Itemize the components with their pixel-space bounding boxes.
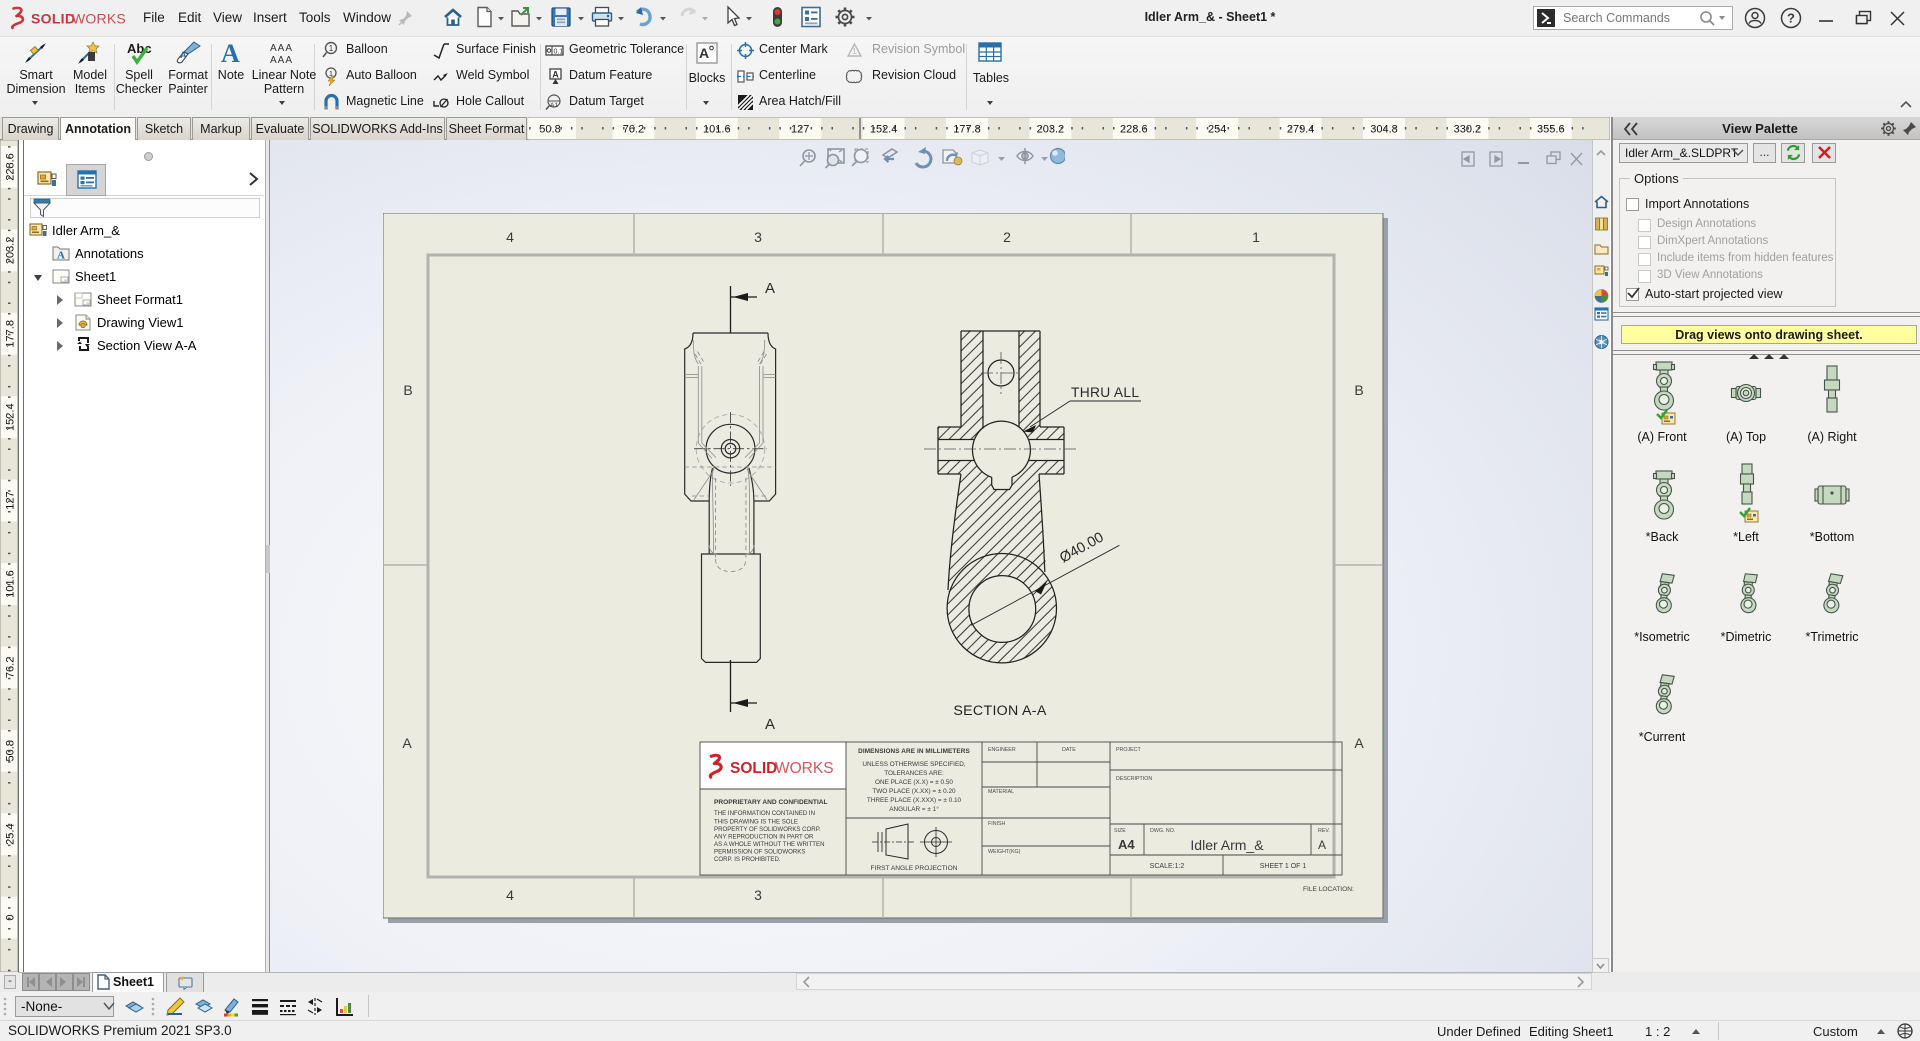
svg-text:(A) Front: (A) Front [1637,430,1687,444]
svg-text:B: B [403,382,412,398]
svg-text:3: 3 [754,887,762,903]
svg-text:WEIGHT(KG): WEIGHT(KG) [988,849,1021,855]
svg-text:*Bottom: *Bottom [1810,530,1854,544]
svg-text:Abc: Abc [127,41,152,56]
svg-text:WORKS: WORKS [775,760,834,777]
svg-text:A: A [402,735,412,751]
svg-text:WORKS: WORKS [72,11,126,27]
svg-text:CORP. IS PROHIBITED.: CORP. IS PROHIBITED. [714,856,781,863]
svg-text:(A) Top: (A) Top [1726,430,1766,444]
svg-text:*Dimetric: *Dimetric [1721,630,1772,644]
svg-text:AAA: AAA [270,55,293,66]
svg-text:A: A [221,40,240,66]
svg-text:4: 4 [506,229,514,245]
svg-text:A: A [57,250,65,262]
svg-text:*Back: *Back [1646,530,1679,544]
svg-text:A: A [765,280,775,297]
svg-text:1: 1 [852,47,857,56]
svg-text:DWG. NO.: DWG. NO. [1150,828,1175,834]
svg-text:PROPERTY OF SOLIDWORKS CORP.: PROPERTY OF SOLIDWORKS CORP. [714,826,821,833]
svg-text:4: 4 [506,887,514,903]
svg-text:254: 254 [1208,124,1226,136]
svg-text:MATERIAL: MATERIAL [988,789,1014,795]
svg-text:ANGULAR = ± 1°: ANGULAR = ± 1° [889,805,939,813]
svg-text:*Trimetric: *Trimetric [1805,630,1858,644]
svg-text:REV.: REV. [1318,828,1330,834]
svg-text:*Isometric: *Isometric [1634,630,1690,644]
svg-text:(A) Right: (A) Right [1807,430,1857,444]
svg-text:*Left: *Left [1733,530,1759,544]
svg-text:FILE LOCATION:: FILE LOCATION: [1303,886,1354,893]
svg-text:A: A [552,70,559,80]
svg-text:THRU ALL: THRU ALL [1071,385,1139,400]
svg-text:AS A WHOLE WITHOUT THE WRITTEN: AS A WHOLE WITHOUT THE WRITTEN [714,841,824,848]
svg-text:THIS DRAWING IS THE SOLE: THIS DRAWING IS THE SOLE [714,819,798,826]
svg-text:SOLID: SOLID [31,11,75,27]
svg-text:B: B [1354,382,1363,398]
svg-text:DIMENSIONS ARE IN MILLIMETERS: DIMENSIONS ARE IN MILLIMETERS [858,748,970,755]
svg-text:FINISH: FINISH [988,821,1006,827]
svg-text:PERMISSION OF SOLIDWORKS: PERMISSION OF SOLIDWORKS [714,849,805,856]
svg-text:SECTION A-A: SECTION A-A [953,703,1046,719]
svg-text:?: ? [1787,11,1795,26]
svg-text:Idler Arm_&: Idler Arm_& [1190,837,1264,853]
svg-text:THREE PLACE (X.XXX) = ± 0.10: THREE PLACE (X.XXX) = ± 0.10 [867,797,962,804]
svg-text:2: 2 [1003,229,1011,245]
svg-text:*Current: *Current [1639,730,1686,744]
svg-text:TOLERANCES ARE:: TOLERANCES ARE: [884,770,944,777]
svg-text:TWO PLACE (X.XX) = ± 0.20: TWO PLACE (X.XX) = ± 0.20 [872,788,956,795]
svg-text:ANY REPRODUCTION IN PART OR: ANY REPRODUCTION IN PART OR [714,834,814,841]
svg-text:A: A [1354,735,1364,751]
svg-text:1: 1 [1252,229,1260,245]
svg-text:PROJECT: PROJECT [1116,747,1141,753]
svg-text:AAA: AAA [270,43,293,54]
svg-text:ONE PLACE (X.X) = ± 0.50: ONE PLACE (X.X) = ± 0.50 [875,779,953,786]
svg-text:DESCRIPTION: DESCRIPTION [1116,776,1152,782]
svg-text:A: A [699,45,709,61]
svg-text:A: A [765,716,775,733]
svg-text:A4: A4 [1118,837,1135,852]
svg-text:A: A [1318,838,1326,852]
svg-text:SOLID: SOLID [730,760,777,777]
svg-text:DATE: DATE [1062,747,1076,753]
svg-text:SHEET 1 OF 1: SHEET 1 OF 1 [1260,863,1307,870]
svg-text:1: 1 [329,44,334,53]
svg-text:A: A [180,50,187,60]
svg-text:SIZE: SIZE [1114,828,1126,834]
svg-text:FIRST ANGLE PROJECTION: FIRST ANGLE PROJECTION [870,865,957,872]
svg-text:UNLESS OTHERWISE SPECIFIED,: UNLESS OTHERWISE SPECIFIED, [862,761,965,768]
svg-text:SCALE:1:2: SCALE:1:2 [1150,863,1185,870]
svg-text:A1: A1 [550,102,558,109]
svg-text:3: 3 [754,229,762,245]
svg-text:PROPRIETARY AND CONFIDENTIAL: PROPRIETARY AND CONFIDENTIAL [714,799,828,806]
svg-text:0.1: 0.1 [554,49,564,56]
svg-text:ENGINEER: ENGINEER [988,747,1016,753]
svg-text:THE INFORMATION CONTAINED IN: THE INFORMATION CONTAINED IN [714,810,815,817]
